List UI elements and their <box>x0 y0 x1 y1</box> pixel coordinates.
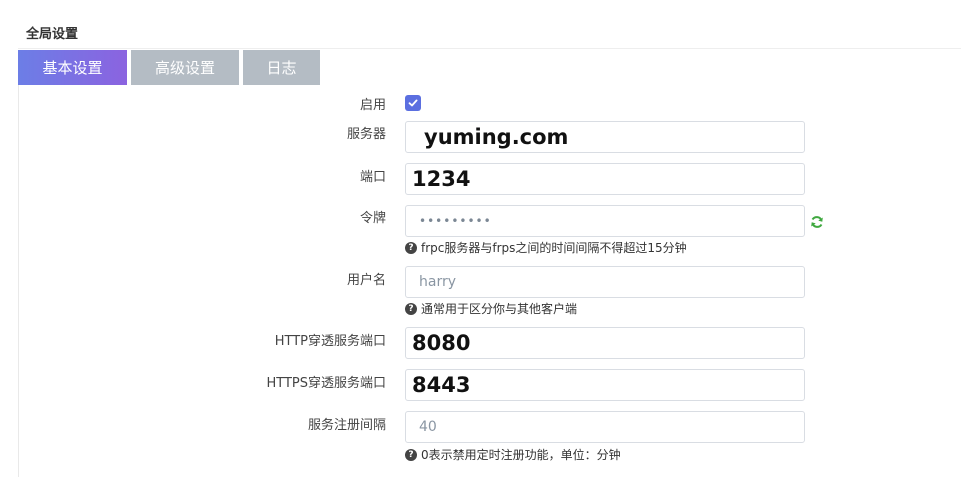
question-circle-icon: ? <box>405 302 417 315</box>
http-port-input[interactable]: 8080 <box>405 327 805 359</box>
register-interval-input[interactable]: 40 <box>405 411 805 443</box>
register-interval-hint: ? 0表示禁用定时注册功能，单位：分钟 <box>405 446 621 463</box>
https-port-label: HTTPS穿透服务端口 <box>266 376 386 391</box>
token-input[interactable]: ••••••••• <box>405 205 805 237</box>
username-hint: ? 通常用于区分你与其他客户端 <box>405 300 577 317</box>
tab-logs[interactable]: 日志 <box>243 50 320 85</box>
check-icon <box>408 99 418 107</box>
token-hint: ? frpc服务器与frps之间的时间间隔不得超过15分钟 <box>405 239 687 256</box>
username-hint-text: 通常用于区分你与其他客户端 <box>421 302 578 316</box>
register-interval-hint-text: 0表示禁用定时注册功能，单位：分钟 <box>421 448 621 462</box>
question-circle-icon: ? <box>405 241 417 254</box>
enable-label: 启用 <box>359 98 386 113</box>
tab-bar: 基本设置 高级设置 日志 <box>18 50 324 85</box>
server-input[interactable]: yuming.com <box>405 121 805 153</box>
tab-advanced-settings[interactable]: 高级设置 <box>131 50 239 85</box>
page-title: 全局设置 <box>26 27 79 42</box>
question-circle-icon: ? <box>405 448 417 461</box>
http-port-label: HTTP穿透服务端口 <box>274 334 386 349</box>
https-port-input[interactable]: 8443 <box>405 369 805 401</box>
title-divider <box>18 48 961 49</box>
username-input[interactable]: harry <box>405 266 805 298</box>
panel-left-border <box>18 85 19 477</box>
enable-checkbox[interactable] <box>405 95 421 111</box>
token-label: 令牌 <box>359 211 386 226</box>
register-interval-label: 服务注册间隔 <box>307 418 386 433</box>
refresh-icon[interactable] <box>810 215 824 229</box>
token-hint-text: frpc服务器与frps之间的时间间隔不得超过15分钟 <box>421 241 687 255</box>
port-label: 端口 <box>359 170 386 185</box>
username-label: 用户名 <box>346 273 386 288</box>
port-input[interactable]: 1234 <box>405 163 805 195</box>
server-label: 服务器 <box>346 127 386 142</box>
tab-basic-settings[interactable]: 基本设置 <box>18 50 127 85</box>
